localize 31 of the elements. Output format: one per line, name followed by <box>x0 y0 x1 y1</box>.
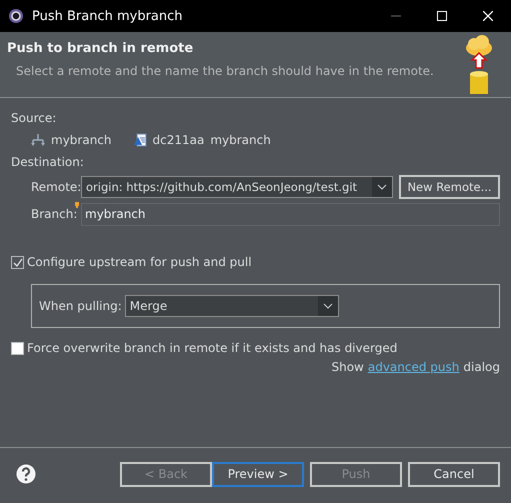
page-description: Select a remote and the name the branch should have in the remote. <box>16 64 435 78</box>
dialog-button[interactable]: Cancel <box>408 462 500 486</box>
maximize-icon <box>437 11 447 21</box>
field-label: Branch: <box>31 207 78 221</box>
window-title: Push Branch mybranch <box>32 8 184 24</box>
checkbox[interactable] <box>11 342 24 354</box>
checkbox-label: Configure upstream for push and pull <box>27 255 252 269</box>
branch-icon <box>31 133 45 147</box>
dialog-button[interactable]: Preview > <box>212 462 304 486</box>
section-label: Destination: <box>11 154 85 171</box>
remote-dropdown[interactable]: origin: https://github.com/AnSeonJeong/test.git <box>81 176 393 198</box>
commit-icon <box>134 133 147 147</box>
pull-mode-dropdown[interactable]: Merge <box>124 295 339 317</box>
field-label: Remote: <box>31 180 81 194</box>
commit-id: dc211aa <box>152 133 204 147</box>
branch-name: mybranch <box>51 133 112 147</box>
link-suffix: dialog <box>463 360 500 374</box>
close-icon <box>483 11 493 21</box>
new-remote-button[interactable]: New Remote... <box>399 175 500 199</box>
field-label: When pulling: <box>39 299 122 313</box>
required-marker-icon <box>75 202 79 208</box>
link-prefix: Show <box>331 360 364 374</box>
commit-message: mybranch <box>210 133 271 147</box>
page-title: Push to branch in remote <box>7 41 194 56</box>
checkbox[interactable] <box>11 256 24 268</box>
app-icon <box>8 8 24 24</box>
advanced-push-link[interactable]: advanced push <box>368 360 460 374</box>
section-label: Source: <box>11 110 58 127</box>
checkbox-label: Force overwrite branch in remote if it exists and has diverged <box>27 341 398 355</box>
checkmark-icon <box>12 258 22 266</box>
help-icon[interactable] <box>16 464 36 484</box>
